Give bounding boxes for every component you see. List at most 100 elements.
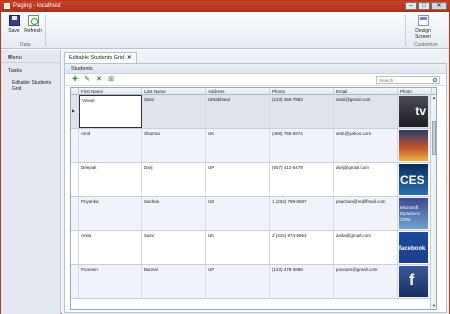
vertical-scrollbar[interactable]: ▲ ▼ bbox=[430, 95, 436, 309]
table-cell-address[interactable]: Uttrakhand bbox=[206, 95, 270, 128]
column-header-phone[interactable]: Phone bbox=[270, 88, 334, 95]
close-tab-icon[interactable]: ✕ bbox=[127, 55, 132, 61]
table-cell-first[interactable]: Vineet bbox=[79, 95, 142, 128]
table-cell-last[interactable]: Sharma bbox=[142, 129, 206, 162]
table-cell-address[interactable]: UP bbox=[206, 163, 270, 196]
table-cell-photo[interactable] bbox=[398, 129, 432, 162]
column-header-email[interactable]: Email bbox=[334, 88, 398, 95]
facebook-image: facebook bbox=[399, 232, 428, 263]
table-cell-address[interactable]: UK bbox=[206, 129, 270, 162]
table-cell-first[interactable]: Priyanka bbox=[79, 197, 142, 230]
delete-icon[interactable]: ✕ bbox=[95, 76, 103, 84]
table-cell-address[interactable]: UP bbox=[206, 265, 270, 298]
table-cell-last[interactable]: Saini bbox=[142, 95, 206, 128]
save-button[interactable]: Save bbox=[4, 14, 24, 40]
table-cell-last[interactable]: Bansal bbox=[142, 265, 206, 298]
table-row[interactable]: Priyanka Sachan US 1 (234) 789-6587 psachan@… bbox=[71, 197, 436, 231]
row-selector[interactable] bbox=[71, 163, 79, 196]
table-cell-first[interactable]: Amit bbox=[79, 129, 142, 162]
apple-tv-image: tv bbox=[399, 96, 428, 127]
table-cell-photo[interactable]: tv bbox=[398, 95, 432, 128]
table-cell-address[interactable]: UK bbox=[206, 231, 270, 264]
table-cell-photo[interactable]: f bbox=[398, 265, 432, 298]
row-selector[interactable] bbox=[71, 129, 79, 162]
menu-header: Menu « bbox=[1, 53, 61, 63]
students-grid: First Name Last Name Address Phone Email… bbox=[70, 87, 437, 310]
table-cell-phone[interactable]: 1 (234) 789-6587 bbox=[270, 197, 334, 230]
table-cell-photo[interactable]: facebook bbox=[398, 231, 432, 264]
design-screen-button[interactable]: Design Screen bbox=[411, 14, 435, 40]
add-icon[interactable]: ✚ bbox=[71, 76, 79, 84]
table-cell-phone[interactable]: (123) 478-3698 bbox=[270, 265, 334, 298]
facebook-f-image: f bbox=[399, 266, 428, 297]
table-cell-phone[interactable]: 2 (415) 874-5963 bbox=[270, 231, 334, 264]
table-cell-photo[interactable]: CES bbox=[398, 163, 432, 196]
ribbon-separator bbox=[405, 15, 406, 47]
refresh-icon bbox=[27, 15, 39, 26]
table-row[interactable]: Anita Saini UK 2 (415) 874-5963 anita@gmail.… bbox=[71, 231, 436, 265]
table-cell-email[interactable]: psachan@rediffmail.com bbox=[334, 197, 398, 230]
table-cell-email[interactable]: dwij@gmail.com bbox=[334, 163, 398, 196]
application-window: Paging - localhost – □ ✕ Save Refresh Da… bbox=[0, 0, 450, 314]
table-cell-email[interactable]: saini@gmail.com bbox=[334, 95, 398, 128]
minimize-button[interactable]: – bbox=[405, 2, 417, 10]
microsoft-dynamics-image: Microsoft Dynamics CRM bbox=[399, 198, 428, 229]
table-row[interactable]: Poonam Bansal UP (123) 478-3698 poonam@gmail… bbox=[71, 265, 436, 299]
save-icon bbox=[8, 15, 20, 26]
table-cell-last[interactable]: Saini bbox=[142, 231, 206, 264]
close-window-button[interactable]: ✕ bbox=[431, 2, 447, 10]
table-cell-phone[interactable]: (458) 756-5874 bbox=[270, 129, 334, 162]
save-label: Save bbox=[8, 28, 20, 34]
table-row[interactable]: ▶ Vineet Saini Uttrakhand (123) 456-7893 sain… bbox=[71, 95, 436, 129]
maximize-button[interactable]: □ bbox=[418, 2, 430, 10]
row-selector[interactable] bbox=[71, 265, 79, 298]
table-cell-last[interactable]: Dwij bbox=[142, 163, 206, 196]
grid-header: First Name Last Name Address Phone Email… bbox=[71, 88, 436, 95]
table-row[interactable]: Deepak Dwij UP (557) 412-5478 dwij@gmail.com… bbox=[71, 163, 436, 197]
table-cell-photo[interactable]: Microsoft Dynamics CRM bbox=[398, 197, 432, 230]
search-input[interactable] bbox=[377, 77, 431, 83]
customize-group-label: Customize bbox=[414, 42, 438, 48]
panel-title: Students bbox=[71, 66, 93, 72]
students-panel: Students ✚ ✎ ✕ ⊞ First Name Last Name Ad… bbox=[64, 63, 447, 313]
app-icon bbox=[4, 3, 10, 9]
tasks-label: Tasks bbox=[8, 68, 23, 74]
table-cell-last[interactable]: Sachan bbox=[142, 197, 206, 230]
search-box[interactable] bbox=[376, 76, 440, 84]
table-cell-address[interactable]: US bbox=[206, 197, 270, 230]
scroll-up-icon[interactable]: ▲ bbox=[431, 95, 436, 101]
table-cell-first[interactable]: Poonam bbox=[79, 265, 142, 298]
table-cell-first[interactable]: Anita bbox=[79, 231, 142, 264]
search-icon[interactable] bbox=[433, 78, 437, 82]
navigation-pane: Menu « Tasks Editable Students Grid bbox=[1, 50, 61, 314]
column-header-first-name[interactable]: First Name bbox=[79, 88, 142, 95]
row-selector[interactable] bbox=[71, 231, 79, 264]
table-cell-email[interactable]: poonam@gmail.com bbox=[334, 265, 398, 298]
collapse-menu-icon[interactable]: « bbox=[8, 54, 57, 60]
refresh-button[interactable]: Refresh bbox=[23, 14, 43, 40]
table-row[interactable]: Amit Sharma UK (458) 756-5874 amit@yahoo.com bbox=[71, 129, 436, 163]
window-title: Paging - localhost bbox=[13, 3, 61, 9]
main-area: Editable Students Grid ✕ Students ✚ ✎ ✕ ⊞… bbox=[62, 50, 449, 314]
table-cell-phone[interactable]: (123) 456-7893 bbox=[270, 95, 334, 128]
tab-editable-students-grid[interactable]: Editable Students Grid ✕ bbox=[64, 52, 137, 63]
column-header-last-name[interactable]: Last Name bbox=[142, 88, 206, 95]
grid-toolbar: ✚ ✎ ✕ ⊞ bbox=[65, 74, 446, 86]
table-cell-email[interactable]: anita@gmail.com bbox=[334, 231, 398, 264]
game-screen-image bbox=[399, 130, 428, 161]
export-icon[interactable]: ⊞ bbox=[107, 76, 115, 84]
table-cell-first[interactable]: Deepak bbox=[79, 163, 142, 196]
current-row-indicator-icon: ▶ bbox=[72, 108, 76, 113]
table-cell-phone[interactable]: (557) 412-5478 bbox=[270, 163, 334, 196]
scroll-down-icon[interactable]: ▼ bbox=[431, 303, 436, 309]
column-header-address[interactable]: Address bbox=[206, 88, 270, 95]
edit-icon[interactable]: ✎ bbox=[83, 76, 91, 84]
window-controls: – □ ✕ bbox=[404, 2, 447, 10]
nav-item-editable-students-grid[interactable]: Editable Students Grid bbox=[8, 79, 60, 92]
scroll-thumb[interactable] bbox=[432, 121, 436, 155]
table-cell-email[interactable]: amit@yahoo.com bbox=[334, 129, 398, 162]
row-selector[interactable]: ▶ bbox=[71, 95, 79, 128]
row-selector[interactable] bbox=[71, 197, 79, 230]
ribbon-separator bbox=[45, 15, 46, 47]
column-header-photo[interactable]: Photo bbox=[398, 88, 432, 95]
